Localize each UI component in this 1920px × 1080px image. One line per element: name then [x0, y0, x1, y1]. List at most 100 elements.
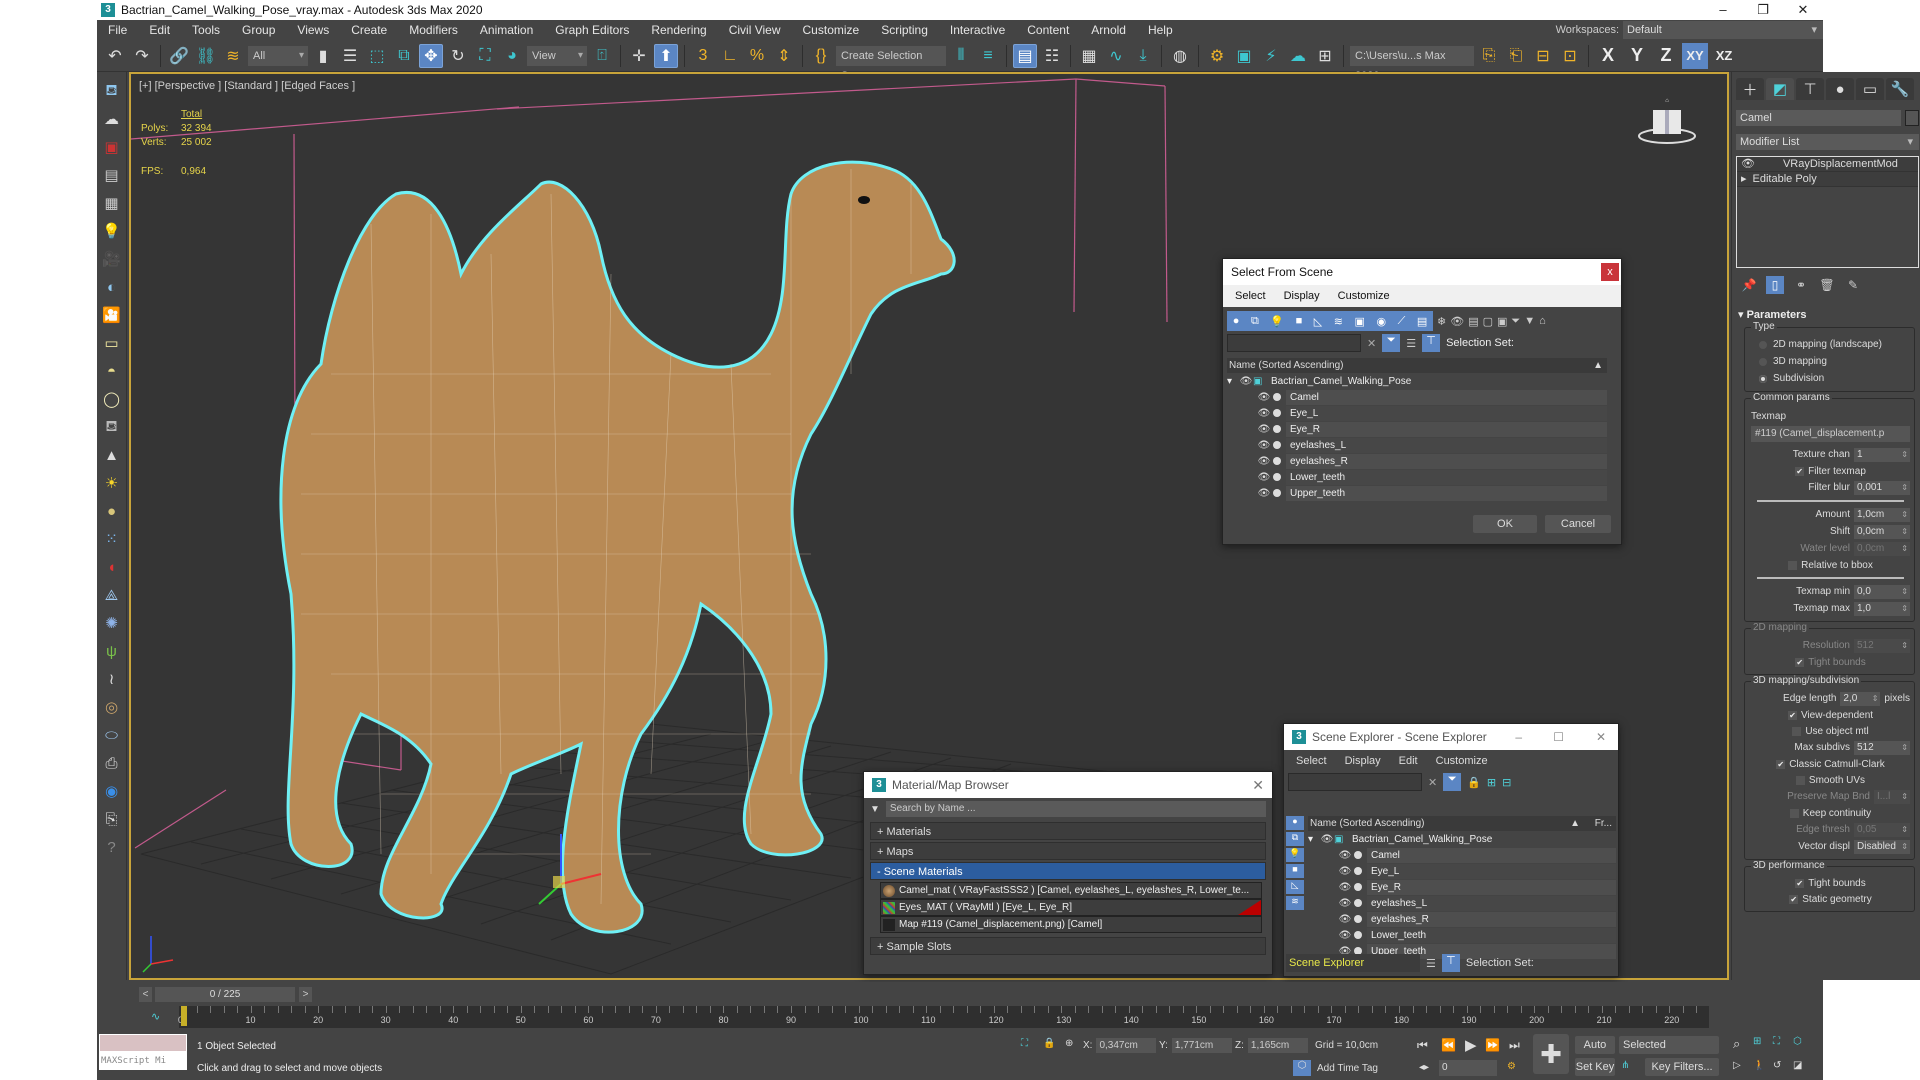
shift-field[interactable]: Shift 0,0cm: [1751, 523, 1910, 540]
menu-edit[interactable]: Edit: [138, 20, 181, 40]
explorer-name-dropdown[interactable]: Scene Explorer: [1286, 954, 1420, 972]
tight-bounds-3d-checkbox[interactable]: ✔ Tight bounds: [1751, 875, 1910, 891]
ok-button[interactable]: OK: [1473, 515, 1537, 533]
key-tangent-icon[interactable]: ⋔: [1621, 1060, 1629, 1071]
mirror-icon[interactable]: ⫴: [949, 44, 973, 68]
amount-field[interactable]: Amount 1,0cm: [1751, 506, 1910, 523]
viewcube-icon[interactable]: ⌂: [1637, 96, 1697, 146]
manipulate-icon[interactable]: ✛: [627, 44, 651, 68]
browser-close-button[interactable]: ✕: [1252, 777, 1264, 794]
curve-editor-mini-icon[interactable]: ∿: [151, 1010, 160, 1023]
toggle-scene-explorer-icon[interactable]: ▤: [1013, 43, 1037, 68]
project-tree-icon[interactable]: ⊡: [1558, 44, 1582, 68]
select-invert-icon[interactable]: ▣: [1497, 315, 1507, 328]
reference-coord-dropdown[interactable]: View: [527, 45, 587, 66]
project-hierarchy-icon[interactable]: ⊟: [1531, 44, 1555, 68]
axis-xy-button[interactable]: XY: [1682, 42, 1708, 69]
eye-icon[interactable]: 👁: [1741, 157, 1755, 172]
render-production-icon[interactable]: ⚡: [1259, 44, 1283, 68]
explorer-close-button[interactable]: ✕: [1596, 730, 1606, 744]
x-field[interactable]: 0,347cm: [1096, 1038, 1157, 1053]
tree-item[interactable]: 👁 Lower_teeth: [1338, 927, 1616, 943]
y-field[interactable]: 1,771cm: [1171, 1038, 1232, 1053]
keyboard-shortcut-override-icon[interactable]: ⬆: [654, 43, 678, 68]
axis-x-button[interactable]: X: [1595, 43, 1621, 69]
menu-customize[interactable]: Customize: [1338, 290, 1390, 302]
vray-clipper-icon[interactable]: ⬭: [101, 724, 123, 746]
filter-containers-icon[interactable]: ▤: [1417, 315, 1427, 328]
time-tag-icon[interactable]: ⬡: [1293, 1060, 1311, 1076]
tree-item[interactable]: 👁 Eye_L: [1338, 863, 1616, 879]
menu-views[interactable]: Views: [286, 20, 340, 40]
menu-help[interactable]: Help: [1137, 20, 1184, 40]
vray-ies-icon[interactable]: ▲: [101, 444, 123, 466]
keep-continuity-checkbox[interactable]: Keep continuity: [1751, 805, 1910, 821]
filter-icon[interactable]: ▼: [1524, 315, 1535, 327]
camel-model[interactable]: [279, 160, 956, 934]
menu-interactive[interactable]: Interactive: [939, 20, 1016, 40]
menu-edit[interactable]: Edit: [1399, 755, 1418, 767]
modifier-list-dropdown[interactable]: Modifier List: [1736, 134, 1919, 150]
name-column-header[interactable]: Name (Sorted Ascending) ▲: [1227, 358, 1607, 373]
make-unique-icon[interactable]: ⚭: [1792, 276, 1810, 294]
layers-icon[interactable]: ☰: [1406, 337, 1416, 350]
project-folder-dropdown[interactable]: C:\Users\u...s Max 2020: [1350, 45, 1474, 86]
select-scale-icon[interactable]: ⛶: [473, 44, 497, 68]
menu-content[interactable]: Content: [1016, 20, 1080, 40]
set-key-button[interactable]: Set Key: [1575, 1058, 1615, 1076]
vray-proxy-icon[interactable]: ⁙: [101, 528, 123, 550]
layers-icon[interactable]: ☰: [1426, 957, 1436, 970]
menu-tools[interactable]: Tools: [181, 20, 231, 40]
filter-shapes-icon[interactable]: ⧉: [1251, 315, 1259, 328]
track-bar[interactable]: 0102030405060708090100110120130140150160…: [178, 1006, 1709, 1028]
object-color-swatch[interactable]: [1905, 110, 1919, 126]
current-frame-field[interactable]: 0: [1439, 1060, 1497, 1076]
clear-search-icon[interactable]: ✕: [1428, 776, 1437, 789]
vray-plane-icon[interactable]: ⟁: [101, 584, 123, 606]
maxscript-listener[interactable]: MAXScript Mi: [99, 1034, 187, 1070]
dome-light-icon[interactable]: ◐: [101, 276, 123, 298]
browser-search-input[interactable]: Search by Name ...: [885, 801, 1266, 817]
help-icon[interactable]: ?: [101, 836, 123, 858]
dialog-close-button[interactable]: x: [1601, 263, 1619, 281]
render-setup-icon[interactable]: ⚙: [1205, 44, 1229, 68]
menu-customize[interactable]: Customize: [1436, 755, 1488, 767]
filter-options-icon[interactable]: ⏷: [1511, 315, 1520, 328]
axis-xz-button[interactable]: XZ: [1711, 43, 1737, 69]
filter-frozen-icon[interactable]: ❄: [1437, 315, 1446, 328]
filter-blur-field[interactable]: Filter blur 0,001: [1751, 479, 1910, 496]
vray-light-dome-icon[interactable]: ◓: [101, 360, 123, 382]
render-frame-icon[interactable]: ▣: [101, 136, 123, 158]
static-geometry-checkbox[interactable]: ✔ Static geometry: [1751, 891, 1910, 907]
vray-fur-icon[interactable]: ✺: [101, 612, 123, 634]
explorer-column-header[interactable]: Name (Sorted Ascending) ▲ Fr...: [1308, 816, 1616, 831]
axis-z-button[interactable]: Z: [1653, 43, 1679, 69]
z-field[interactable]: 1,165cm: [1247, 1038, 1308, 1053]
project-open-icon[interactable]: ⎗: [1504, 44, 1528, 68]
filter-hidden-icon[interactable]: 👁: [1450, 315, 1464, 328]
filter-shapes-icon[interactable]: ⧉: [1286, 832, 1304, 846]
material-editor-icon[interactable]: ◍: [1168, 44, 1192, 68]
spinner-snap-icon[interactable]: ⇕: [772, 44, 796, 68]
texmap-max-field[interactable]: Texmap max 1,0: [1751, 600, 1910, 617]
relative-bbox-checkbox[interactable]: Relative to bbox: [1751, 557, 1910, 573]
section-materials[interactable]: + Materials: [870, 822, 1266, 840]
section-maps[interactable]: + Maps: [870, 842, 1266, 860]
preserve-map-dropdown[interactable]: Preserve Map Bnd I...l: [1751, 788, 1910, 805]
pivot-center-icon[interactable]: ⍐: [590, 44, 614, 68]
section-scene-materials[interactable]: - Scene Materials: [870, 862, 1266, 880]
axis-y-button[interactable]: Y: [1624, 43, 1650, 69]
vray-ambient-icon[interactable]: ●: [101, 500, 123, 522]
object-name-field[interactable]: Camel: [1736, 110, 1901, 126]
filter-helpers-icon[interactable]: ◺: [1314, 315, 1322, 328]
vector-displ-dropdown[interactable]: Vector displ Disabled: [1751, 838, 1910, 855]
select-rotate-icon[interactable]: ↻: [446, 44, 470, 68]
hierarchy-tab-icon[interactable]: ⊤: [1796, 78, 1824, 100]
rendered-frame-window-icon[interactable]: ▣: [1232, 44, 1256, 68]
menu-civil-view[interactable]: Civil View: [718, 20, 792, 40]
goto-end-icon[interactable]: ⏭: [1509, 1038, 1520, 1053]
modify-tab-icon[interactable]: ◩: [1766, 78, 1794, 100]
select-by-name-icon[interactable]: ☰: [338, 44, 362, 68]
key-mode-dropdown[interactable]: Selected: [1619, 1036, 1719, 1054]
align-icon[interactable]: ≡: [976, 44, 1000, 68]
